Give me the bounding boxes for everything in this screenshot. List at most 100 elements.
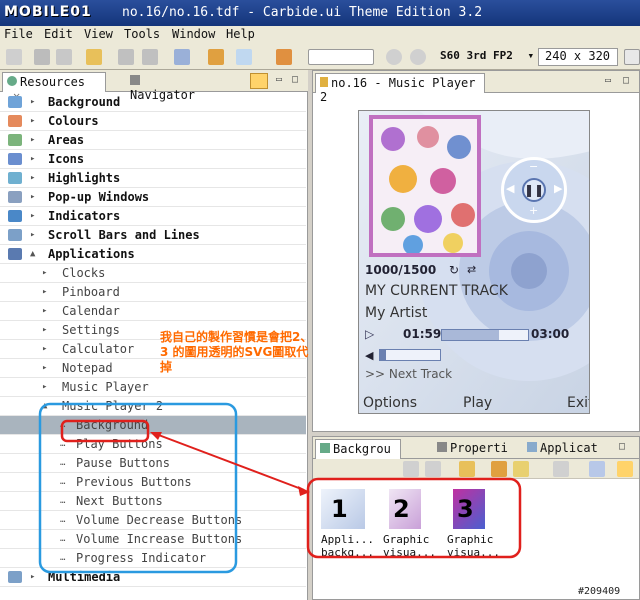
minimize-icon[interactable]: ▭ [276, 74, 282, 85]
menu-tools[interactable]: Tools [124, 27, 160, 41]
volume-down-icon[interactable]: − [529, 160, 538, 173]
tree-item-label: Notepad [62, 361, 113, 375]
tree-item[interactable]: ▸ Scroll Bars and Lines [0, 226, 306, 245]
collapsed-arrow-icon[interactable]: ▸ [30, 169, 35, 187]
collapsed-arrow-icon[interactable]: ▸ [30, 131, 35, 149]
thumbnail-1[interactable]: 1 Appli... backg... [321, 489, 375, 559]
collapsed-arrow-icon[interactable]: ▸ [42, 283, 47, 301]
tab-preview[interactable]: no.16 - Music Player 2 [315, 73, 485, 104]
tree-item[interactable]: … Play Buttons [0, 435, 306, 454]
tree-item[interactable]: … Previous Buttons [0, 473, 306, 492]
tree-item[interactable]: … Volume Decrease Buttons [0, 511, 306, 530]
collapsed-arrow-icon[interactable]: ▸ [30, 188, 35, 206]
tab-resources[interactable]: Resources ✕ [2, 72, 106, 103]
tree-item[interactable]: … Progress Indicator [0, 549, 306, 568]
collapsed-arrow-icon[interactable]: ▸ [30, 93, 35, 111]
menu-view[interactable]: View [84, 27, 113, 41]
edit-image-icon[interactable] [459, 461, 475, 477]
zoom-field[interactable] [308, 49, 374, 65]
pause-button[interactable]: ❚❚ [522, 178, 546, 202]
menu-file[interactable]: File [4, 27, 33, 41]
tree-item[interactable]: … Background [0, 416, 306, 435]
sync-icon[interactable] [250, 73, 268, 89]
tree-item[interactable]: ▸ Multimedia [0, 568, 306, 587]
maximize-icon[interactable]: □ [623, 75, 629, 86]
minimize-icon[interactable]: ▭ [605, 75, 611, 86]
collapsed-arrow-icon[interactable]: ▸ [42, 302, 47, 320]
tree-item[interactable]: ▸ Music Player [0, 378, 306, 397]
paste-icon[interactable] [425, 461, 441, 477]
tree-item[interactable]: ▸ Pinboard [0, 283, 306, 302]
maximize-icon[interactable]: □ [292, 74, 298, 85]
previous-icon[interactable]: ◀ [506, 182, 514, 195]
new-icon[interactable] [6, 49, 22, 65]
thumbnail-2[interactable]: 2 Graphic visua... [383, 489, 437, 559]
volume-bar[interactable] [379, 349, 441, 361]
next-icon[interactable]: ▶ [554, 182, 562, 195]
collapsed-arrow-icon[interactable]: ▸ [30, 150, 35, 168]
maximize-icon[interactable]: □ [619, 441, 625, 452]
tree-item[interactable]: … Volume Increase Buttons [0, 530, 306, 549]
tree-item[interactable]: ▸ Clocks [0, 264, 306, 283]
tree-item[interactable]: ▸ Indicators [0, 207, 306, 226]
collapsed-arrow-icon[interactable]: ▸ [42, 321, 47, 339]
clear-icon[interactable] [553, 461, 569, 477]
expanded-arrow-icon[interactable]: ▲ [42, 397, 47, 415]
refresh-icon[interactable] [174, 49, 190, 65]
softkey-play[interactable]: Play [463, 395, 492, 411]
print-icon[interactable] [56, 49, 72, 65]
tree-item[interactable]: ▸ Background [0, 93, 306, 112]
copy-icon[interactable] [403, 461, 419, 477]
menu-window[interactable]: Window [172, 27, 215, 41]
volume-up-icon[interactable]: + [529, 204, 538, 217]
export-icon[interactable] [236, 49, 252, 65]
tab-properties[interactable]: Properti [433, 439, 517, 459]
thumbnail-3[interactable]: 3 Graphic visua... [447, 489, 501, 559]
tree-item[interactable]: … Next Buttons [0, 492, 306, 511]
collapsed-arrow-icon[interactable]: ▸ [42, 340, 47, 358]
phone-preview[interactable]: ❚❚ ◀ ▶ − + 1000/1500 ↻ ⇄ MY CURRENT TRAC… [358, 110, 590, 414]
collapsed-arrow-icon[interactable]: ▸ [30, 226, 35, 244]
collapsed-arrow-icon[interactable]: ▸ [30, 207, 35, 225]
zoom-in-icon[interactable] [386, 49, 402, 65]
progress-bar[interactable] [441, 329, 529, 341]
zoom-out-icon[interactable] [410, 49, 426, 65]
menu-help[interactable]: Help [226, 27, 255, 41]
collapsed-arrow-icon[interactable]: ▸ [30, 568, 35, 586]
save-icon[interactable] [34, 49, 50, 65]
tab-background[interactable]: Backgrou [315, 439, 401, 459]
device-selector[interactable]: S60 3rd FP2 ▾ [440, 49, 534, 62]
tree-item[interactable]: ▸ Colours [0, 112, 306, 131]
collapsed-arrow-icon[interactable]: ▸ [42, 359, 47, 377]
menu-edit[interactable]: Edit [44, 27, 73, 41]
tab-navigator[interactable]: Navigator [126, 72, 212, 102]
softkey-exit[interactable]: Exit [567, 395, 589, 411]
redo-icon[interactable] [142, 49, 158, 65]
expanded-arrow-icon[interactable]: ▲ [30, 245, 35, 263]
sync-icon[interactable] [617, 461, 633, 477]
open-folder-icon[interactable] [86, 49, 102, 65]
undo-icon[interactable] [118, 49, 134, 65]
resolution-field[interactable]: 240 x 320 [538, 48, 618, 66]
collapsed-arrow-icon[interactable]: ▸ [42, 264, 47, 282]
tab-application[interactable]: Applicat [523, 439, 609, 459]
softkey-options[interactable]: Options [363, 395, 417, 411]
time-total: 03:00 [531, 327, 570, 341]
sort-icon[interactable] [589, 461, 605, 477]
collapsed-arrow-icon[interactable]: ▸ [30, 112, 35, 130]
playback-controls[interactable]: ❚❚ ◀ ▶ − + [501, 157, 567, 223]
rocket-icon[interactable] [276, 49, 292, 65]
magic-wand-icon[interactable] [208, 49, 224, 65]
tree-item[interactable]: ▸ Areas [0, 131, 306, 150]
tree-item[interactable]: ▲ Applications [0, 245, 306, 264]
tree-item[interactable]: ▸ Pop-up Windows [0, 188, 306, 207]
tree-item[interactable]: ▸ Highlights [0, 169, 306, 188]
collapsed-arrow-icon[interactable]: ▸ [42, 378, 47, 396]
tree-item[interactable]: … Pause Buttons [0, 454, 306, 473]
tree-item[interactable]: ▲ Music Player 2 [0, 397, 306, 416]
tree-item[interactable]: ▸ Calendar [0, 302, 306, 321]
restore-icon[interactable] [624, 49, 640, 65]
magic-wand-icon[interactable] [491, 461, 507, 477]
pencil-icon[interactable] [513, 461, 529, 477]
tree-item[interactable]: ▸ Icons [0, 150, 306, 169]
